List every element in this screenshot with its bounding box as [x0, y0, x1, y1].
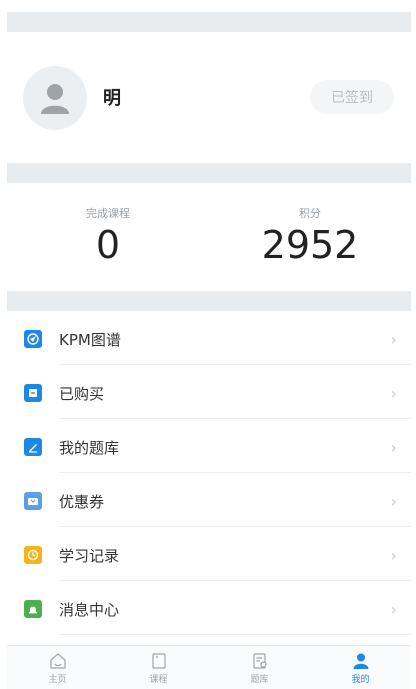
stat-value: 2952	[261, 223, 359, 267]
tab-question-bank[interactable]: 题库	[209, 646, 310, 689]
menu-item-purchased[interactable]: 已购买 ›	[7, 365, 411, 419]
chevron-right-icon: ›	[390, 330, 397, 349]
stat-points[interactable]: 积分 2952	[209, 183, 411, 291]
tab-label: 主页	[48, 675, 67, 685]
stat-value: 0	[95, 223, 121, 267]
stat-label: 完成课程	[86, 207, 130, 220]
chevron-right-icon: ›	[390, 492, 397, 511]
menu-item-label: 我的题库	[59, 439, 120, 457]
coupon-icon	[24, 492, 42, 510]
chevron-right-icon: ›	[390, 438, 397, 457]
section-divider	[7, 163, 411, 183]
profile-header: 明 已签到	[7, 32, 411, 163]
purchased-icon	[24, 384, 42, 402]
section-divider	[7, 12, 411, 32]
menu-item-label: 优惠券	[59, 493, 105, 511]
question-bank-icon	[24, 438, 42, 456]
tab-course[interactable]: 课程	[108, 646, 209, 689]
username: 明	[103, 88, 121, 109]
chevron-right-icon: ›	[390, 384, 397, 403]
tab-label: 题库	[250, 675, 269, 685]
home-icon	[49, 653, 66, 669]
menu-item-label: 消息中心	[59, 601, 120, 619]
course-icon	[151, 653, 166, 669]
user-silhouette-icon	[41, 84, 69, 114]
tab-profile[interactable]: 我的	[310, 646, 411, 689]
section-divider	[7, 291, 411, 311]
tab-label: 我的	[351, 675, 370, 685]
menu-item-coupons[interactable]: 优惠券 ›	[7, 473, 411, 527]
profile-page: 明 已签到 完成课程 0 积分 2952 KPM图谱 › 已购买 › 我的题库 …	[7, 0, 411, 689]
kpm-map-icon	[24, 330, 42, 348]
menu-item-label: 已购买	[59, 385, 105, 403]
tab-label: 课程	[149, 675, 168, 685]
menu-item-question-bank[interactable]: 我的题库 ›	[7, 419, 411, 473]
menu-item-message-center[interactable]: 消息中心 ›	[7, 581, 411, 635]
stats-panel: 完成课程 0 积分 2952	[7, 183, 411, 291]
signed-in-button[interactable]: 已签到	[310, 80, 394, 114]
chevron-right-icon: ›	[390, 600, 397, 619]
question-bank-tab-icon	[252, 653, 267, 669]
stat-label: 积分	[299, 207, 321, 220]
chevron-right-icon: ›	[390, 546, 397, 565]
profile-tab-icon	[353, 653, 368, 669]
divider	[59, 634, 411, 635]
message-center-icon	[24, 600, 42, 618]
menu-item-label: KPM图谱	[59, 331, 121, 349]
avatar[interactable]	[23, 66, 87, 130]
tab-home[interactable]: 主页	[7, 646, 108, 689]
menu-item-study-record[interactable]: 学习记录 ›	[7, 527, 411, 581]
study-record-icon	[24, 546, 42, 564]
stat-completed-courses[interactable]: 完成课程 0	[7, 183, 209, 291]
bottom-tab-bar: 主页 课程 题库 我的	[7, 645, 411, 689]
menu-item-label: 学习记录	[59, 547, 120, 565]
menu-list: KPM图谱 › 已购买 › 我的题库 › 优惠券 › 学习记录 › 消息中心 ›	[7, 311, 411, 635]
menu-item-kpm-map[interactable]: KPM图谱 ›	[7, 311, 411, 365]
